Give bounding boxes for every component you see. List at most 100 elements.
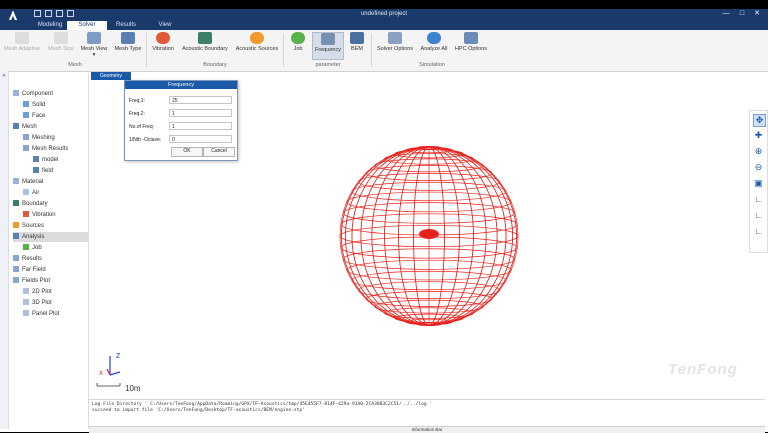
plot-2d-icon — [23, 288, 29, 294]
far-field-icon — [13, 266, 19, 272]
tree-item-3d-plot[interactable]: 3D Plot — [23, 298, 52, 308]
solid-icon — [23, 101, 29, 107]
hpc-options-button[interactable]: HPC Options — [452, 32, 490, 52]
num-freq-input[interactable]: 1 — [169, 122, 232, 130]
select-cursor-icon[interactable]: ✥ — [753, 114, 766, 127]
freq2-label: Freq.2: — [129, 111, 145, 117]
ribbon-group-simulation: Simulation — [419, 62, 445, 68]
field-icon — [33, 167, 39, 173]
acoustic-boundary-button[interactable]: Acoustic Boundary — [179, 32, 231, 52]
component-icon — [13, 90, 19, 96]
vibration-button[interactable]: Vibration — [149, 32, 177, 52]
frequency-button[interactable]: Frequency — [312, 32, 344, 60]
tab-results[interactable]: Results — [107, 21, 145, 30]
fields-plot-icon — [13, 277, 19, 283]
scale-label: 10m — [125, 384, 141, 393]
tree-item-fields-plot[interactable]: Fields Plot — [13, 276, 50, 286]
mesh-size-button[interactable]: Mesh Size — [46, 32, 76, 52]
pan-icon[interactable]: ✚ — [753, 130, 764, 141]
solver-options-button[interactable]: Solver Options — [374, 32, 416, 52]
chevron-down-icon: ▾ — [92, 52, 96, 58]
acoustic-boundary-icon — [198, 32, 212, 44]
view-yz-icon[interactable]: ∟ — [753, 210, 764, 221]
view-xy-icon[interactable]: ∟ — [753, 194, 764, 205]
material-icon — [13, 178, 19, 184]
view-xz-icon[interactable]: ∟ — [753, 226, 764, 237]
mesh-view-button[interactable]: Mesh View ▾ — [78, 32, 110, 58]
ribbon-separator — [146, 33, 147, 67]
source-point — [419, 229, 439, 239]
freq1-label: Freq.1: — [129, 98, 145, 104]
mesh-type-button[interactable]: Mesh Type — [112, 32, 144, 52]
frequency-icon — [321, 33, 335, 45]
num-freq-label: No.of Freq: — [129, 124, 155, 130]
dialog-title: Frequency — [125, 81, 237, 89]
panel-collapse-strip[interactable]: « — [0, 71, 9, 429]
mesh-adaptive-button[interactable]: Mesh Adaptive — [2, 32, 42, 52]
tree-item-panel-plot[interactable]: Panel Plot — [23, 309, 59, 319]
ribbon-group-boundary: Boundary — [203, 62, 227, 68]
tab-view[interactable]: View — [145, 21, 185, 30]
collapse-icon[interactable]: « — [0, 73, 8, 79]
tree-item-mesh-results[interactable]: Mesh Results — [23, 144, 68, 154]
tree-item-model[interactable]: model — [33, 155, 58, 165]
analysis-icon — [13, 233, 19, 239]
mesh-view-icon — [87, 32, 101, 44]
tree-item-job[interactable]: Job — [23, 243, 42, 253]
log-line: Log File Directory ' C:/Users/TenFong/Ap… — [92, 402, 433, 407]
tree-item-2d-plot[interactable]: 2D Plot — [23, 287, 52, 297]
minimize-icon[interactable]: — — [721, 10, 731, 18]
boundary-icon — [13, 200, 19, 206]
job-button[interactable]: Job — [286, 32, 310, 52]
tree-item-meshing[interactable]: Meshing — [23, 133, 55, 143]
zoom-in-icon[interactable]: ⊕ — [753, 146, 764, 157]
air-icon — [23, 189, 29, 195]
ok-button[interactable]: OK — [171, 147, 203, 157]
panel-plot-icon — [23, 310, 29, 316]
brand-watermark: TenFong — [668, 361, 738, 378]
tree-item-results[interactable]: Results — [13, 254, 42, 264]
ribbon-group-mesh: Mesh — [68, 62, 82, 68]
tree-item-component[interactable]: Component — [13, 89, 53, 99]
tree-item-boundary[interactable]: Boundary — [13, 199, 48, 209]
ribbon: Mesh Adaptive Mesh Size Mesh View ▾ Mesh … — [0, 30, 768, 72]
meshing-icon — [23, 134, 29, 140]
tree-item-sources[interactable]: Sources — [13, 221, 44, 231]
freq2-input[interactable]: 1 — [169, 109, 232, 117]
tree-item-material[interactable]: Material — [13, 177, 43, 187]
acoustic-sources-button[interactable]: Acoustic Sources — [233, 32, 281, 52]
cancel-button[interactable]: Cancel — [203, 147, 235, 157]
tree-item-face[interactable]: Face — [23, 111, 45, 121]
vibration-icon — [23, 211, 29, 217]
bem-button[interactable]: BEM — [345, 32, 369, 52]
mesh-type-icon — [121, 32, 135, 44]
tab-solver[interactable]: Solver — [67, 21, 107, 30]
close-icon[interactable]: ✕ — [752, 10, 762, 18]
job-icon — [23, 244, 29, 250]
freq1-input[interactable]: 25 — [169, 96, 232, 104]
face-icon — [23, 112, 29, 118]
tree-item-far-field[interactable]: Far Field — [13, 265, 46, 275]
tree-item-field[interactable]: field — [33, 166, 53, 176]
hpc-options-icon — [464, 32, 478, 44]
acoustic-sources-icon — [250, 32, 264, 44]
tree-item-mesh[interactable]: Mesh — [13, 122, 37, 132]
plot-3d-icon — [23, 299, 29, 305]
maximize-icon[interactable]: □ — [737, 10, 747, 18]
analyze-all-button[interactable]: Analyze All — [418, 32, 450, 52]
tree-item-analysis[interactable]: Analysis — [13, 232, 88, 242]
mesh-results-icon — [23, 145, 29, 151]
vibration-icon — [156, 32, 170, 44]
sources-icon — [13, 222, 19, 228]
geometry-tab[interactable]: Geometry — [91, 72, 131, 80]
axis-z-label: Z — [116, 353, 121, 360]
zoom-out-icon[interactable]: ⊖ — [753, 162, 764, 173]
fit-view-icon[interactable]: ▣ — [753, 178, 764, 189]
tab-modeling[interactable]: Modeling — [33, 21, 67, 30]
log-line: succeed to import file 'C:/Users/TenFong… — [92, 408, 305, 413]
tree-item-vibration[interactable]: Vibration — [23, 210, 56, 220]
tree-item-air[interactable]: Air — [23, 188, 39, 198]
tree-item-solid[interactable]: Solid — [23, 100, 45, 110]
octave-input[interactable]: 0 — [169, 135, 232, 143]
analyze-all-icon — [427, 32, 441, 44]
